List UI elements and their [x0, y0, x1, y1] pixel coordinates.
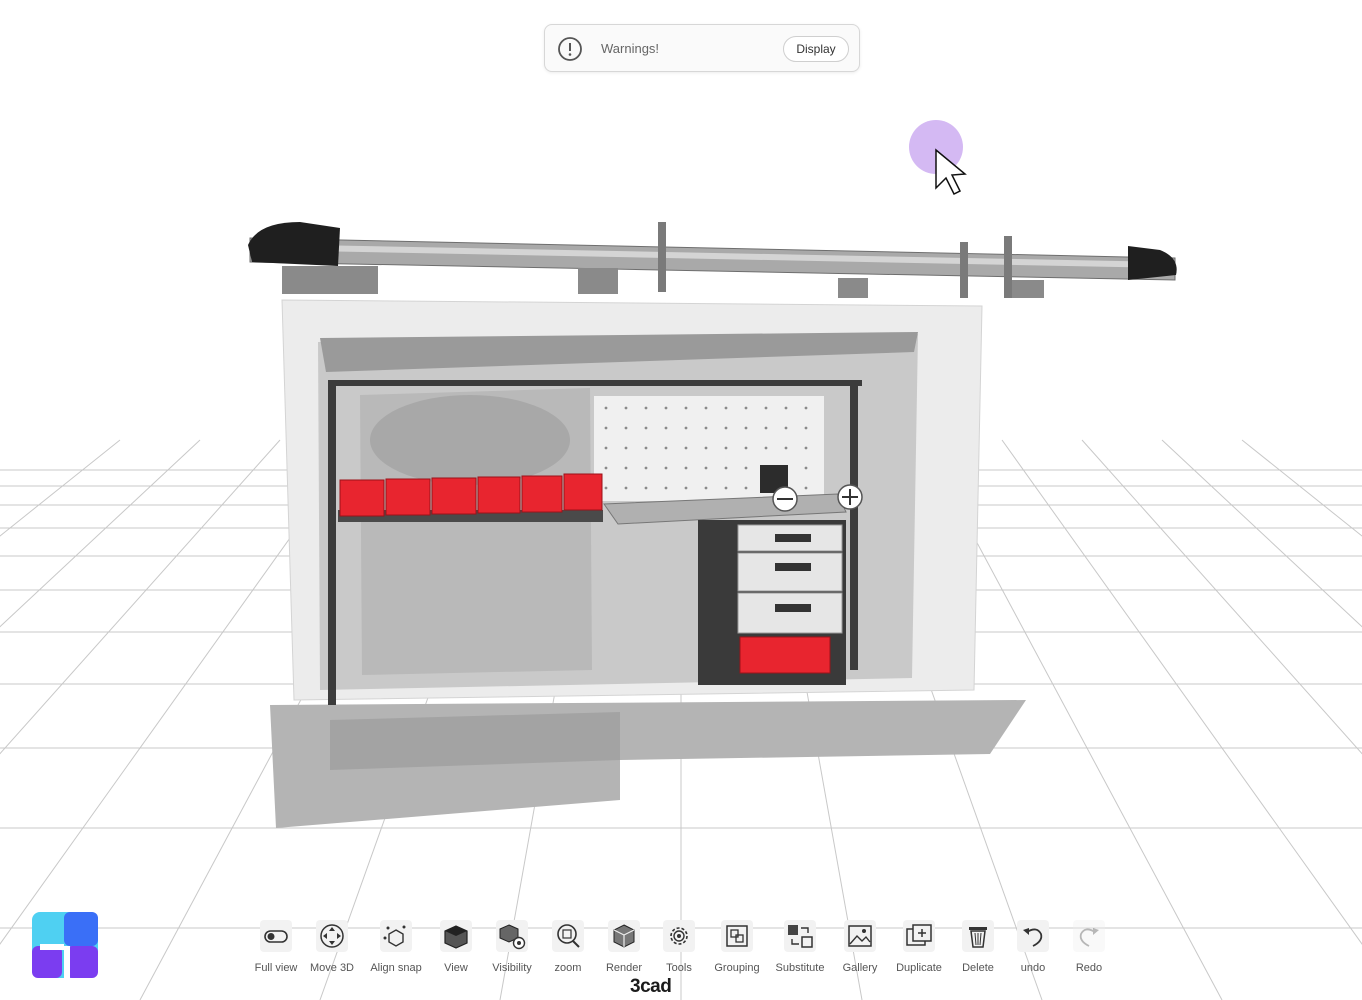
trash-icon: [962, 920, 994, 952]
mouse-cursor: [909, 120, 967, 196]
undo-icon: [1017, 920, 1049, 952]
redo-icon: [1073, 920, 1105, 952]
move-3d-icon: [316, 920, 348, 952]
warning-icon: [558, 37, 582, 61]
display-warnings-button[interactable]: Display: [783, 36, 849, 62]
van-model[interactable]: [270, 299, 1026, 828]
roof-ladder[interactable]: [248, 222, 1177, 298]
3cad-logo[interactable]: [30, 910, 100, 980]
move-3d-button[interactable]: Move 3D: [300, 916, 364, 978]
grouping-icon: [721, 920, 753, 952]
warning-text: Warnings!: [601, 41, 660, 56]
3d-viewport[interactable]: [0, 0, 1362, 1000]
redo-button[interactable]: Redo: [1057, 916, 1121, 978]
duplicate-icon: [903, 920, 935, 952]
warning-bar: Warnings! Display: [544, 24, 860, 72]
align-snap-icon: [380, 920, 412, 952]
render-icon: [608, 920, 640, 952]
toggle-icon: [260, 920, 292, 952]
gallery-icon: [844, 920, 876, 952]
substitute-icon: [784, 920, 816, 952]
gear-icon: [663, 920, 695, 952]
brand-name: 3cad: [630, 976, 672, 997]
zoom-icon: [552, 920, 584, 952]
tool-label: Redo: [1075, 962, 1103, 974]
visibility-icon: [496, 920, 528, 952]
cube-view-icon: [440, 920, 472, 952]
